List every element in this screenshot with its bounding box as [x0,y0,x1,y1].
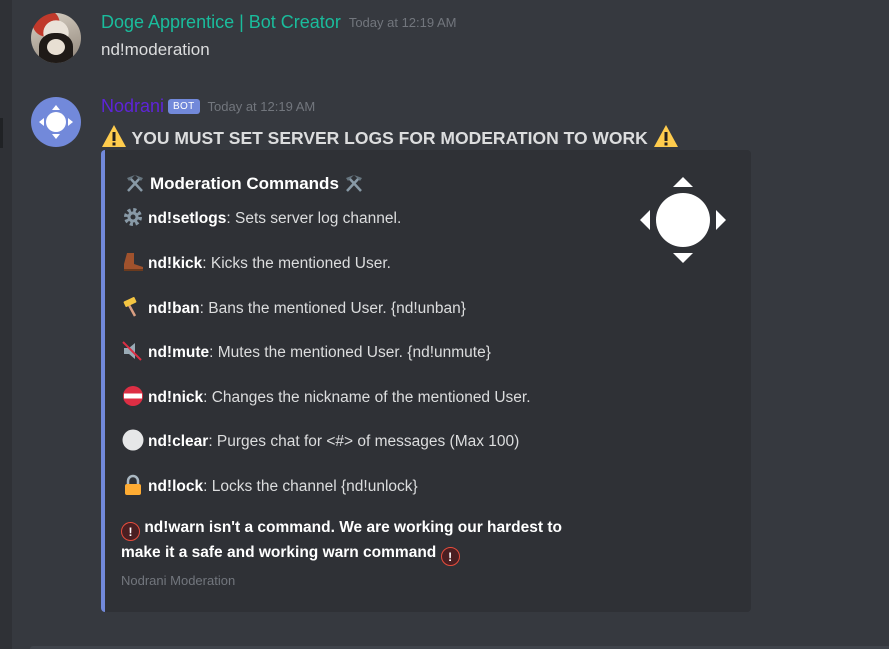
avatar-face [47,39,65,55]
command-field: nd!clear: Purges chat for <#> of message… [121,429,519,451]
embed: Moderation Commands nd!setlogs: Sets ser… [101,150,751,612]
hammer-pick-icon [345,175,362,192]
command-field: nd!lock: Locks the channel {nd!unlock} [121,474,418,496]
message-header: Nodrani BOT Today at 12:19 AM [101,96,315,117]
warn-notice: ! nd!warn isn't a command. We are workin… [121,516,562,566]
command-desc: : Locks the channel {nd!unlock} [203,478,418,495]
timestamp: Today at 12:19 AM [207,99,316,114]
dpad-icon [39,105,73,139]
command-name: nd!setlogs [148,210,227,227]
dpad-thumbnail-icon [640,177,726,263]
boot-icon [124,253,143,271]
command-desc: : Changes the nickname of the mentioned … [203,389,531,406]
white-circle-icon [122,429,144,451]
command-name: nd!nick [148,389,204,406]
command-name: nd!clear [148,433,209,450]
notice-line-1: ! nd!warn isn't a command. We are workin… [121,516,562,541]
notice-text-1: nd!warn isn't a command. We are working … [144,519,562,536]
gear-icon [124,208,142,226]
command-desc: : Kicks the mentioned User. [202,255,391,272]
embed-footer: Nodrani Moderation [121,573,236,588]
warning-line: YOU MUST SET SERVER LOGS FOR MODERATION … [101,124,679,149]
bot-tag: BOT [168,99,200,114]
command-field: nd!ban: Bans the mentioned User. {nd!unb… [121,296,466,318]
hammer-icon [123,297,137,317]
embed-title: Moderation Commands [123,172,369,194]
command-desc: : Purges chat for <#> of messages (Max 1… [208,433,520,450]
username[interactable]: Doge Apprentice | Bot Creator [101,12,341,32]
command-name: nd!kick [148,255,203,272]
command-field: nd!nick: Changes the nickname of the men… [121,385,531,407]
command-field: nd!mute: Mutes the mentioned User. {nd!u… [121,340,491,362]
notice-line-2: make it a safe and working warn command … [121,541,562,566]
username[interactable]: Nodrani [101,96,164,116]
name-badge-icon [123,386,143,406]
left-panel-edge [0,0,12,649]
command-desc: : Bans the mentioned User. {nd!unban} [199,300,466,317]
muted-speaker-icon [122,341,142,361]
command-field: nd!kick: Kicks the mentioned User. [121,251,391,273]
command-name: nd!ban [148,300,200,317]
command-name: nd!mute [148,344,210,361]
command-name: nd!lock [148,478,204,495]
warning-icon [653,125,678,147]
message-header: Doge Apprentice | Bot Creator Today at 12… [101,12,457,33]
lock-icon [125,474,141,495]
command-desc: : Sets server log channel. [226,210,402,227]
panel-marker [0,118,3,148]
timestamp: Today at 12:19 AM [348,15,457,30]
command-desc: : Mutes the mentioned User. {nd!unmute} [209,344,491,361]
hammer-pick-icon [127,175,143,192]
embed-title-text: Moderation Commands [150,174,339,193]
notice-text-2: make it a safe and working warn command [121,544,437,561]
exclamation-icon: ! [121,522,140,541]
user-avatar[interactable] [31,13,81,63]
command-field: nd!setlogs: Sets server log channel. [121,206,401,228]
warning-text: YOU MUST SET SERVER LOGS FOR MODERATION … [131,128,648,148]
bot-avatar[interactable] [31,97,81,147]
message-text: nd!moderation [101,40,210,59]
exclamation-icon: ! [440,547,460,566]
warning-icon [102,125,126,147]
